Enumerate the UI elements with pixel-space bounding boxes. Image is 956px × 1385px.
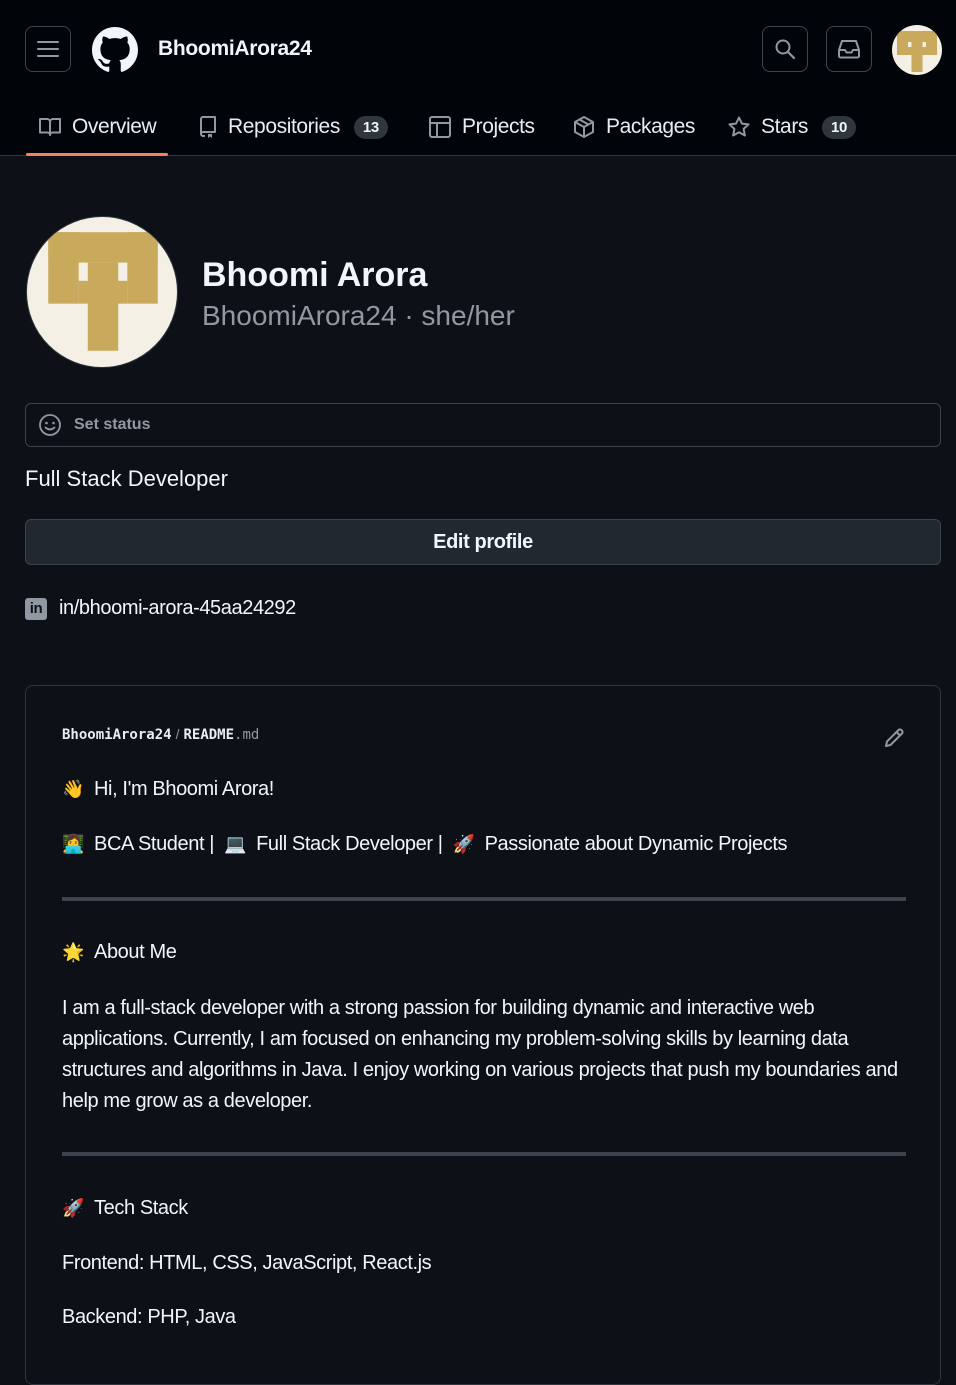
tab-label: Repositories xyxy=(228,115,340,138)
about-heading: 🌟 About Me xyxy=(62,941,177,964)
search-icon xyxy=(775,39,796,60)
set-status-button[interactable]: Set status xyxy=(25,403,941,447)
divider xyxy=(62,897,906,901)
linkedin-icon: in xyxy=(25,597,47,620)
header-username[interactable]: BhoomiArora24 xyxy=(158,37,312,61)
readme-file[interactable]: README xyxy=(183,727,234,743)
inbox-icon xyxy=(838,40,860,59)
readme-tagline: 👩‍💻 BCA Student | 💻 Full Stack Developer… xyxy=(62,833,788,856)
path-separator: / xyxy=(175,726,180,742)
linkedin-link[interactable]: in in/bhoomi-arora-45aa24292 xyxy=(25,597,296,620)
tab-label: Stars xyxy=(761,115,809,138)
hamburger-icon xyxy=(37,41,59,57)
tagline-part-1: BCA Student | xyxy=(94,833,215,855)
repo-icon xyxy=(200,116,216,138)
laptop-emoji-icon: 💻 xyxy=(224,834,247,854)
profile-bio: Full Stack Developer xyxy=(25,466,228,491)
about-paragraph: I am a full-stack developer with a stron… xyxy=(62,997,898,1112)
star-icon xyxy=(728,116,750,137)
tab-label: Packages xyxy=(606,115,696,138)
technologist-emoji-icon: 👩‍💻 xyxy=(62,834,85,854)
tab-stars[interactable]: Stars 10 xyxy=(727,98,856,156)
tagline-part-3: Passionate about Dynamic Projects xyxy=(484,833,788,855)
inbox-button[interactable] xyxy=(826,26,872,72)
tab-label: Projects xyxy=(462,115,535,138)
backend-line: Backend: PHP, Java xyxy=(62,1306,236,1328)
profile-login-pronouns: BhoomiArora24 · she/her xyxy=(202,300,515,331)
rocket-emoji-icon: 🚀 xyxy=(62,1198,85,1218)
wave-emoji-icon: 👋 xyxy=(62,779,85,799)
profile-avatar[interactable] xyxy=(26,216,178,368)
tab-packages[interactable]: Packages xyxy=(572,98,695,156)
readme-card: BhoomiArora24/README.md 👋 Hi, I'm Bhoomi… xyxy=(25,685,941,1385)
tab-projects[interactable]: Projects xyxy=(428,98,535,156)
avatar-identicon-icon xyxy=(897,31,937,72)
linkedin-handle[interactable]: in/bhoomi-arora-45aa24292 xyxy=(59,597,296,620)
readme-path[interactable]: BhoomiArora24/README.md xyxy=(62,726,259,743)
menu-button[interactable] xyxy=(25,26,71,72)
smiley-icon xyxy=(39,414,61,436)
profile-full-name: Bhoomi Arora xyxy=(202,256,428,294)
tab-overview[interactable]: Overview xyxy=(25,98,169,156)
tab-repositories[interactable]: Repositories 13 xyxy=(198,98,388,156)
user-avatar[interactable] xyxy=(892,25,942,75)
tab-label: Overview xyxy=(72,115,157,138)
profile-tabs: Overview Repositories 13 Projects Packag… xyxy=(0,98,956,156)
github-logo-icon[interactable] xyxy=(92,27,138,73)
about-heading-text: About Me xyxy=(94,941,177,963)
repositories-count-badge: 13 xyxy=(353,115,388,139)
tagline-part-2: Full Stack Developer | xyxy=(256,833,443,855)
table-icon xyxy=(429,116,451,138)
avatar-identicon-icon xyxy=(48,232,158,351)
edit-profile-button[interactable]: Edit profile xyxy=(25,519,941,565)
pencil-icon[interactable] xyxy=(882,726,906,750)
package-icon xyxy=(574,116,594,138)
readme-greeting: 👋 Hi, I'm Bhoomi Arora! xyxy=(62,778,274,801)
tech-heading-text: Tech Stack xyxy=(94,1197,188,1219)
set-status-label: Set status xyxy=(74,416,151,433)
greeting-text: Hi, I'm Bhoomi Arora! xyxy=(94,778,274,800)
stars-count-badge: 10 xyxy=(822,115,856,139)
star-emoji-icon: 🌟 xyxy=(62,942,85,962)
top-header: BhoomiArora24 Overview Repositories 13 P… xyxy=(0,0,956,156)
book-icon xyxy=(39,118,61,136)
tech-stack-heading: 🚀 Tech Stack xyxy=(62,1197,188,1220)
readme-owner[interactable]: BhoomiArora24 xyxy=(62,727,172,743)
rocket-emoji-icon: 🚀 xyxy=(452,834,475,854)
divider xyxy=(62,1152,906,1156)
readme-ext: .md xyxy=(234,727,260,743)
frontend-line: Frontend: HTML, CSS, JavaScript, React.j… xyxy=(62,1252,432,1274)
search-button[interactable] xyxy=(762,26,808,72)
